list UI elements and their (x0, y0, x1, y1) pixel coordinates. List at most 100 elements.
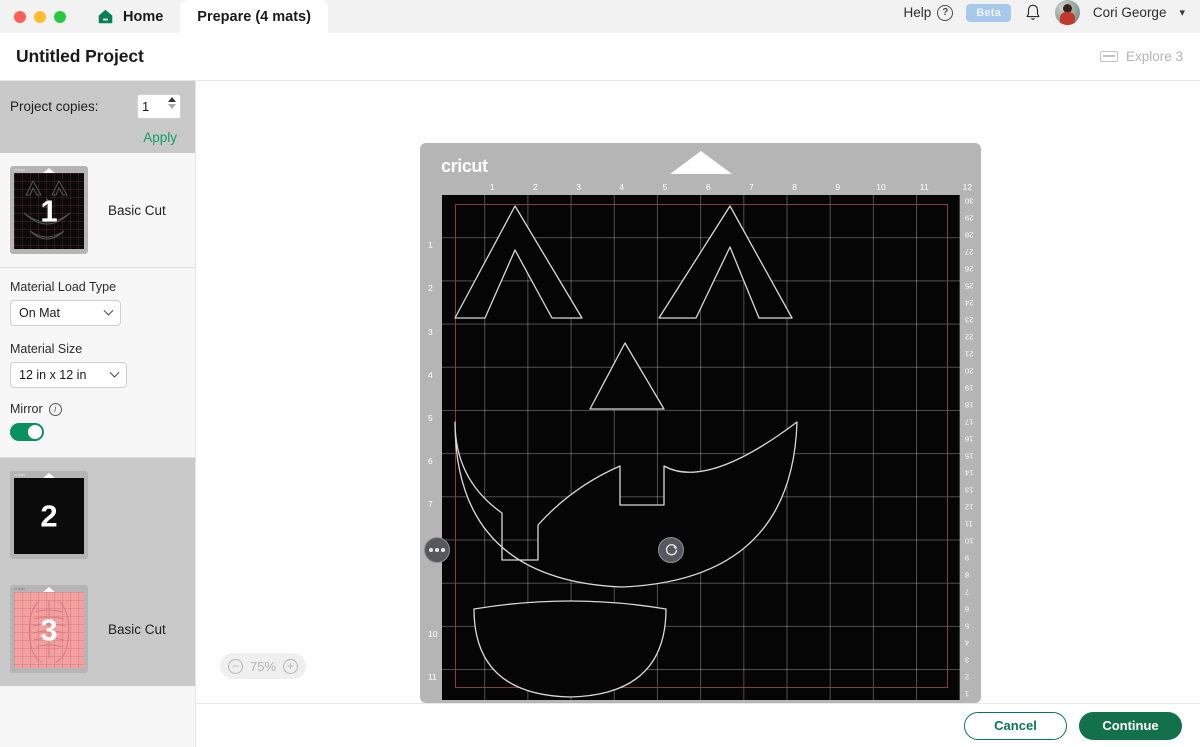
stepper-down-icon[interactable] (168, 104, 176, 109)
help-button[interactable]: Help ? (903, 4, 954, 21)
mat-thumb-brand-2: cricut (14, 472, 25, 477)
info-icon[interactable]: i (48, 402, 62, 416)
project-header: Untitled Project Explore 3 (0, 33, 1200, 81)
cutting-mat[interactable]: cricut 123456789101112 123456781011 3029… (420, 143, 981, 703)
ruler-vertical-inches: 123456781011 (425, 195, 441, 700)
apply-button[interactable]: Apply (10, 130, 181, 145)
page-title: Untitled Project (16, 46, 144, 66)
chevron-down-icon[interactable]: ▾ (1179, 6, 1185, 19)
ruler-tick-cm-18: 18 (965, 400, 974, 410)
ruler-tick-v-11: 11 (428, 672, 437, 683)
stepper-arrows (168, 97, 176, 109)
continue-button[interactable]: Continue (1079, 711, 1182, 740)
project-copies-section: Project copies: 1 Apply (0, 81, 195, 153)
project-copies-label: Project copies: (10, 99, 99, 114)
ruler-tick-cm-16: 16 (965, 434, 974, 444)
mat-thumb-brand-3: cricut (14, 586, 25, 591)
user-avatar[interactable] (1054, 0, 1080, 25)
ruler-tick-cm-14: 14 (965, 468, 974, 478)
bell-icon[interactable] (1024, 3, 1042, 22)
ruler-tick-h-5: 5 (662, 182, 668, 192)
chevron-down-icon (109, 367, 120, 378)
mat-thumbnail-3: cricut 3 (10, 585, 88, 673)
project-copies-stepper[interactable]: 1 (137, 94, 181, 119)
ruler-tick-h-9: 9 (835, 182, 841, 192)
stepper-up-icon[interactable] (168, 97, 176, 102)
home-icon (98, 9, 113, 24)
ruler-vertical-cm: 30 29 28 27 26 25 24 23 22 21 20 19 18 17 16 15 14 13 12 11… (963, 195, 979, 700)
material-size-select[interactable]: 12 in x 12 in (10, 362, 127, 388)
mat-list-item-1[interactable]: cricut 1 Basic Cut (0, 153, 195, 267)
mouth-shape (454, 421, 798, 588)
ruler-tick-cm-24: 24 (965, 298, 974, 308)
beta-badge: Beta (966, 3, 1011, 22)
ruler-tick-cm-12: 12 (965, 502, 974, 512)
material-load-type-value: On Mat (19, 306, 60, 320)
mat-number-1: 1 (40, 193, 58, 229)
ruler-tick-v-2: 2 (428, 283, 433, 294)
ruler-tick-cm-20: 20 (965, 366, 974, 376)
ruler-tick-v-4: 4 (428, 369, 433, 380)
footer-action-bar: Cancel Continue (196, 703, 1200, 747)
ruler-tick-h-3: 3 (576, 182, 581, 192)
tab-home[interactable]: Home (80, 0, 181, 33)
more-options-icon[interactable] (424, 537, 450, 563)
mat-number-2: 2 (40, 498, 58, 534)
maximize-window-button[interactable] (54, 11, 66, 23)
jack-o-lantern-design[interactable] (442, 195, 960, 700)
mat-thumbnail-1: cricut 1 (10, 166, 88, 254)
ruler-tick-h-7: 7 (749, 182, 754, 192)
ruler-tick-cm-3: 3 (965, 655, 970, 665)
close-window-button[interactable] (14, 11, 26, 23)
ruler-tick-cm-8: 8 (965, 570, 970, 580)
zoom-level-label: 75% (249, 658, 277, 674)
username-label: Cori George (1092, 5, 1167, 20)
zoom-control[interactable]: − 75% + (220, 653, 306, 679)
ruler-tick-cm-29: 29 (965, 213, 974, 223)
selected-half-ellipse-shape (473, 600, 667, 698)
tab-prepare-label: Prepare (4 mats) (197, 8, 311, 25)
mat-thumb-brand-1: cricut (14, 167, 25, 172)
rotate-arrow-icon (665, 543, 677, 555)
tab-prepare[interactable]: Prepare (4 mats) (180, 0, 328, 33)
rotate-icon[interactable] (658, 537, 684, 563)
ruler-tick-cm-10: 10 (965, 536, 974, 546)
tab-home-label: Home (123, 8, 164, 25)
mirror-row: Mirror i (10, 402, 181, 416)
mat-list-item-3[interactable]: cricut 3 Basic Cut (0, 572, 195, 686)
minus-circle-icon[interactable]: − (227, 658, 243, 674)
ruler-tick-cm-23: 23 (965, 315, 974, 325)
nose-shape (589, 342, 665, 410)
topbar-right-group: Help ? Beta Cori George ▾ (904, 0, 1200, 33)
ruler-tick-cm-30: 30 (965, 196, 974, 206)
help-label: Help (903, 5, 932, 20)
project-copies-value: 1 (142, 99, 150, 114)
cancel-button[interactable]: Cancel (964, 711, 1067, 740)
ruler-horizontal: 1 2 3 4 5 6 7 8 9 10 11 12 (442, 182, 972, 194)
ruler-tick-v-10: 10 (428, 629, 438, 639)
machine-selector[interactable]: Explore 3 (1099, 49, 1200, 64)
mat-canvas[interactable]: cricut 123456789101112 123456781011 3029… (196, 81, 1200, 747)
minimize-window-button[interactable] (34, 11, 46, 23)
material-size-label: Material Size (10, 342, 83, 356)
ruler-tick-cm-1: 1 (965, 689, 970, 699)
mat-surface[interactable] (442, 195, 960, 700)
mat-list-item-2[interactable]: cricut 2 (0, 458, 195, 572)
material-load-type-select[interactable]: On Mat (10, 300, 121, 326)
ruler-tick-cm-4: 4 (965, 638, 970, 648)
mirror-toggle[interactable] (10, 423, 44, 441)
ruler-tick-cm-13: 13 (965, 485, 974, 495)
ruler-tick-v-5: 5 (428, 413, 433, 423)
ruler-tick-v-3: 3 (428, 326, 433, 337)
left-eye-shape (454, 205, 583, 319)
ruler-tick-cm-2: 2 (965, 672, 970, 682)
ruler-tick-v-1: 1 (428, 240, 433, 251)
mat-brand-label: cricut (441, 156, 488, 176)
ruler-tick-cm-21: 21 (965, 349, 974, 359)
ruler-tick-h-6: 6 (705, 182, 711, 192)
material-options-section: Material Load Type On Mat Material Size … (0, 268, 195, 445)
ruler-tick-cm-17: 17 (965, 417, 974, 427)
window-tab-bar: Home Prepare (4 mats) Help ? Beta Cori G… (0, 0, 1200, 33)
plus-circle-icon[interactable]: + (283, 658, 299, 674)
machine-label: Explore 3 (1125, 49, 1183, 64)
